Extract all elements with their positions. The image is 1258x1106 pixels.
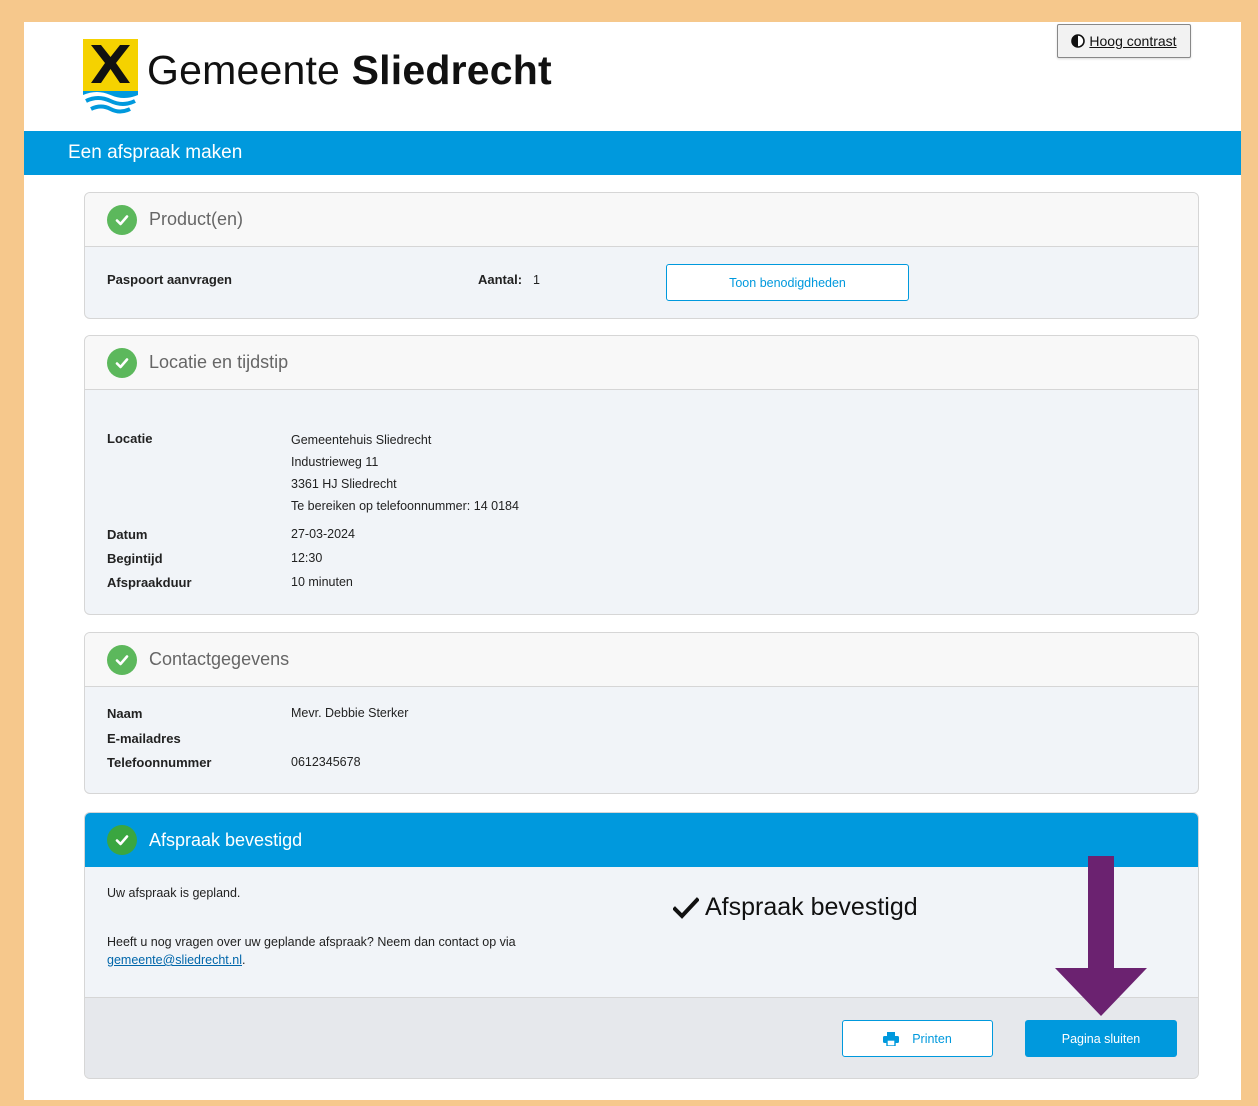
location-line: 3361 HJ Sliedrecht — [291, 477, 397, 491]
contact-line: gemeente@sliedrecht.nl. — [107, 953, 245, 967]
logo[interactable]: Gemeente Sliedrecht — [83, 39, 552, 117]
date-label: Datum — [107, 527, 148, 542]
contact-panel-header: Contactgegevens — [85, 633, 1198, 687]
location-line: Industrieweg 11 — [291, 455, 379, 469]
printer-icon — [883, 1031, 900, 1046]
products-panel-header: Product(en) — [85, 193, 1198, 247]
brand-prefix: Gemeente — [147, 47, 341, 93]
location-label: Locatie — [107, 431, 153, 446]
check-circle-icon — [107, 347, 137, 378]
planned-text: Uw afspraak is gepland. — [107, 886, 241, 900]
products-panel: Product(en) Paspoort aanvragen Aantal: 1… — [84, 192, 1199, 319]
confirmation-panel-header: Afspraak bevestigd — [85, 813, 1198, 867]
location-panel-header: Locatie en tijdstip — [85, 336, 1198, 390]
annotation-arrow-down-icon — [1055, 856, 1147, 1016]
check-circle-icon — [107, 204, 137, 235]
high-contrast-button[interactable]: Hoog contrast — [1057, 24, 1191, 58]
contact-heading: Contactgegevens — [149, 649, 290, 669]
sliedrecht-logo-icon — [83, 39, 138, 114]
checkmark-icon — [673, 896, 699, 919]
phone-label: Telefoonnummer — [107, 755, 212, 770]
location-heading: Locatie en tijdstip — [149, 352, 289, 372]
amount-value: 1 — [533, 273, 540, 287]
trailing-period: . — [242, 953, 246, 967]
close-page-button[interactable]: Pagina sluiten — [1025, 1020, 1177, 1057]
duration-label: Afspraakduur — [107, 575, 192, 590]
check-circle-icon — [107, 644, 137, 675]
brand-text: Gemeente Sliedrecht — [147, 47, 552, 94]
site-header: Gemeente Sliedrecht Hoog contrast — [24, 22, 1241, 131]
check-circle-icon — [107, 825, 137, 855]
questions-text: Heeft u nog vragen over uw geplande afsp… — [107, 935, 516, 949]
brand-name: Sliedrecht — [351, 47, 552, 93]
phone-value: 0612345678 — [291, 755, 361, 769]
page-title-bar: Een afspraak maken — [24, 131, 1241, 175]
contrast-icon — [1071, 34, 1086, 48]
duration-value: 10 minuten — [291, 575, 353, 589]
location-line: Gemeentehuis Sliedrecht — [291, 433, 432, 447]
location-line: Te bereiken op telefoonnummer: 14 0184 — [291, 499, 519, 513]
confirmed-annotation: Afspraak bevestigd — [673, 893, 918, 922]
start-time-label: Begintijd — [107, 551, 163, 566]
confirmed-annotation-text: Afspraak bevestigd — [705, 893, 918, 921]
page-title: Een afspraak maken — [68, 142, 243, 163]
high-contrast-label: Hoog contrast — [1089, 33, 1177, 49]
location-panel: Locatie en tijdstip Locatie Gemeentehuis… — [84, 335, 1199, 615]
print-label: Printen — [912, 1031, 952, 1046]
email-link[interactable]: gemeente@sliedrecht.nl — [107, 953, 242, 967]
start-time-value: 12:30 — [291, 551, 323, 565]
amount-label: Aantal: — [478, 272, 523, 287]
show-requirements-button[interactable]: Toon benodigdheden — [666, 264, 909, 301]
name-value: Mevr. Debbie Sterker — [291, 706, 409, 720]
name-label: Naam — [107, 706, 143, 721]
date-value: 27-03-2024 — [291, 527, 355, 541]
email-label: E-mailadres — [107, 731, 181, 746]
confirmation-footer: Printen Pagina sluiten — [85, 997, 1198, 1078]
close-page-label: Pagina sluiten — [1061, 1031, 1141, 1046]
print-button[interactable]: Printen — [842, 1020, 993, 1057]
confirmation-heading: Afspraak bevestigd — [149, 829, 303, 850]
products-heading: Product(en) — [149, 209, 244, 229]
confirmation-panel: Afspraak bevestigd Uw afspraak is geplan… — [84, 812, 1199, 1079]
product-name: Paspoort aanvragen — [107, 272, 232, 287]
show-requirements-label: Toon benodigdheden — [729, 275, 846, 290]
contact-panel: Contactgegevens Naam Mevr. Debbie Sterke… — [84, 632, 1199, 794]
